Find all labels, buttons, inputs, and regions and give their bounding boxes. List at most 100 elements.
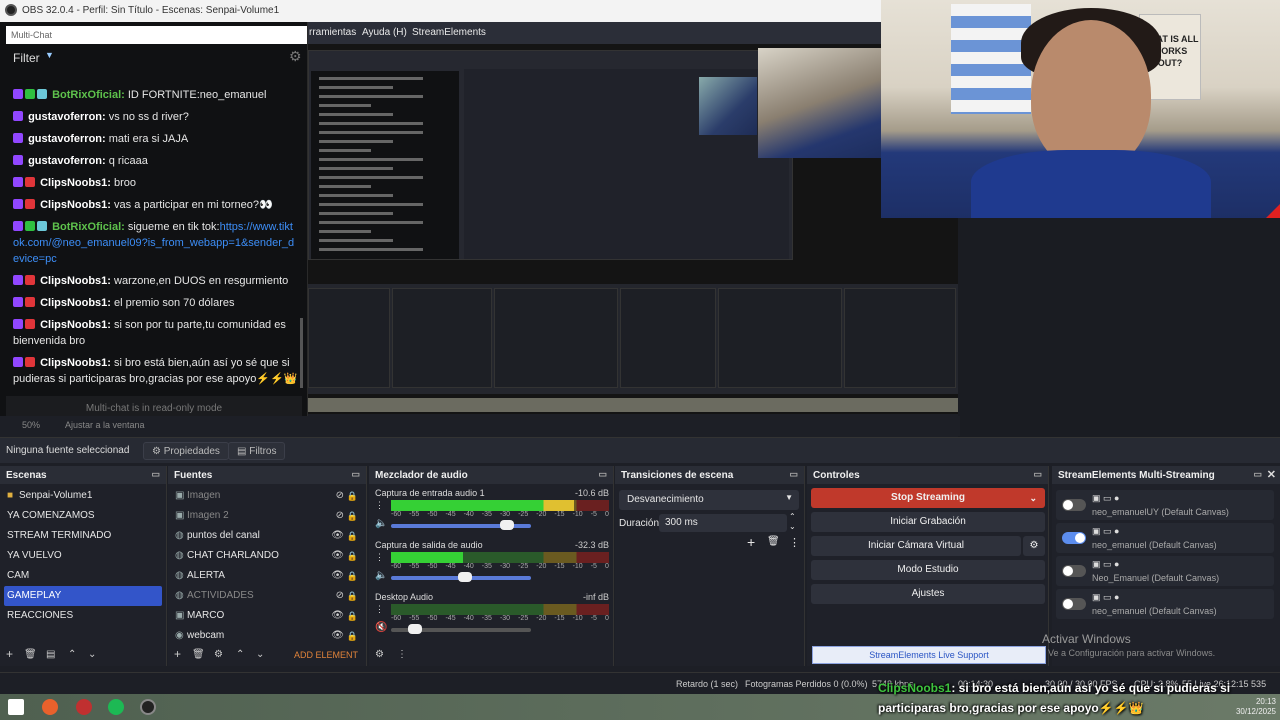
speaker-icon[interactable]: 🔈 [375,570,387,581]
undock-icon[interactable]: ▭ [598,469,607,480]
obs-icon[interactable] [140,699,156,715]
settings-button[interactable]: Ajustes [811,584,1045,604]
mixer-settings-icon[interactable]: ⚙ [375,649,384,660]
eye-icon[interactable]: 👁 [331,526,344,546]
mute-icon[interactable]: 🔇 [375,622,387,633]
stop-streaming-button[interactable]: Stop Streaming ⌄ [811,488,1045,508]
se-live-support-button[interactable]: StreamElements Live Support [812,646,1046,664]
virtual-camera-settings[interactable]: ⚙ [1023,536,1045,556]
eye-hidden-icon[interactable]: ⊘ [336,486,344,506]
output-toggle[interactable] [1062,565,1086,577]
more-icon[interactable]: ⋮ [375,500,384,511]
add-icon[interactable]: + [174,647,181,661]
studio-mode-button[interactable]: Modo Estudio [811,560,1045,580]
more-icon[interactable]: ⋮ [397,649,407,660]
multichat-tab[interactable]: Multi-Chat [6,26,307,44]
volume-knob[interactable] [407,624,422,634]
scene-item[interactable]: ■ Senpai-Volume1 [0,486,166,506]
arrow-down-icon[interactable]: ⌄ [256,649,264,660]
close-icon[interactable]: ✕ [1267,468,1276,481]
menu-help[interactable]: Ayuda (H) [362,27,407,38]
source-item[interactable]: ◍ ACTIVIDADES ⊘ 🔒 [168,586,366,606]
spin-up-icon[interactable]: ⌃ [789,512,796,521]
add-element-button[interactable]: ADD ELEMENT [294,650,358,660]
source-item[interactable]: ▣ MARCO 👁 🔒 [168,606,366,626]
arrow-up-icon[interactable]: ⌃ [236,649,244,660]
source-item[interactable]: ▣ Imagen ⊘ 🔒 [168,486,366,506]
add-icon[interactable]: + [747,534,755,550]
spin-down-icon[interactable]: ⌄ [789,522,796,531]
transition-select[interactable]: Desvanecimiento ▼ [619,490,799,510]
arrow-up-icon[interactable]: ⌃ [68,649,76,660]
volume-knob[interactable] [458,572,473,582]
lock-icon[interactable]: 🔒 [347,586,358,606]
eye-icon[interactable]: 👁 [331,606,344,626]
duration-input[interactable]: 300 ms [659,514,787,532]
eye-hidden-icon[interactable]: ⊘ [336,586,344,606]
eye-icon[interactable]: 👁 [331,566,344,586]
more-icon[interactable]: ⋮ [789,536,800,549]
fit-window[interactable]: Ajustar a la ventana [65,420,145,430]
lock-icon[interactable]: 🔒 [347,526,358,546]
trash-icon[interactable]: 🗑 [192,649,205,660]
lock-icon[interactable]: 🔒 [347,506,358,526]
scene-item[interactable]: YA VUELVO [0,546,166,566]
scale-tick: -45 [445,563,456,570]
source-item[interactable]: ▣ Imagen 2 ⊘ 🔒 [168,506,366,526]
eye-icon[interactable]: 👁 [331,626,344,646]
output-toggle[interactable] [1062,598,1086,610]
add-icon[interactable]: + [6,647,13,661]
chevron-down-icon[interactable]: ▼ [45,50,54,60]
source-label: Imagen [187,490,221,501]
menu-streamelements[interactable]: StreamElements [412,27,486,38]
eye-hidden-icon[interactable]: ⊘ [336,506,344,526]
scale-tick: -45 [445,511,456,518]
scene-item[interactable]: YA COMENZAMOS [0,506,166,526]
undock-icon[interactable]: ▭ [1033,469,1042,480]
lock-icon[interactable]: 🔒 [347,626,358,646]
start-icon[interactable] [8,699,24,715]
brave-icon[interactable] [42,699,58,715]
program-preview[interactable] [308,44,958,414]
arrow-down-icon[interactable]: ⌄ [88,649,96,660]
scene-item-selected[interactable]: GAMEPLAY [4,586,162,606]
chat-scrollbar[interactable] [300,318,303,388]
trash-icon[interactable]: 🗑 [767,536,780,547]
gear-icon[interactable]: ⚙ [289,48,302,65]
opera-icon[interactable] [76,699,92,715]
source-item[interactable]: ◍ ALERTA 👁 🔒 [168,566,366,586]
filter-label[interactable]: Filter [13,51,40,65]
undock-icon[interactable]: ▭ [789,469,798,480]
source-item[interactable]: ◉ webcam 👁 🔒 [168,626,366,646]
lock-icon[interactable]: 🔒 [347,546,358,566]
output-toggle[interactable] [1062,499,1086,511]
start-recording-button[interactable]: Iniciar Grabación [811,512,1045,532]
more-icon[interactable]: ⋮ [375,604,384,615]
eye-icon[interactable]: 👁 [331,546,344,566]
filters-button[interactable]: ▤ Filtros [228,442,286,460]
lock-icon[interactable]: 🔒 [347,606,358,626]
trash-icon[interactable]: 🗑 [24,649,37,660]
output-toggle[interactable] [1062,532,1086,544]
scene-item[interactable]: STREAM TERMINADO [0,526,166,546]
undock-icon[interactable]: ▭ [351,469,360,480]
spotify-icon[interactable] [108,699,124,715]
zoom-level[interactable]: 50% [22,420,40,430]
undock-icon[interactable]: ▭ [151,469,160,480]
virtual-camera-button[interactable]: Iniciar Cámara Virtual [811,536,1021,556]
volume-knob[interactable] [500,520,515,530]
lock-icon[interactable]: 🔒 [347,486,358,506]
source-label: puntos del canal [187,530,260,541]
scene-item[interactable]: REACCIONES [0,606,166,626]
source-item[interactable]: ◍ CHAT CHARLANDO 👁 🔒 [168,546,366,566]
lock-icon[interactable]: 🔒 [347,566,358,586]
gear-icon[interactable]: ⚙ [214,649,223,660]
filter-icon[interactable]: ▤ [46,649,55,660]
more-icon[interactable]: ⋮ [375,552,384,563]
menu-tools[interactable]: rramientas [309,27,356,38]
undock-icon[interactable]: ▭ [1253,469,1262,480]
source-item[interactable]: ◍ puntos del canal 👁 🔒 [168,526,366,546]
scene-item[interactable]: CAM [0,566,166,586]
speaker-icon[interactable]: 🔈 [375,518,387,529]
properties-button[interactable]: ⚙ Propiedades [143,442,229,460]
